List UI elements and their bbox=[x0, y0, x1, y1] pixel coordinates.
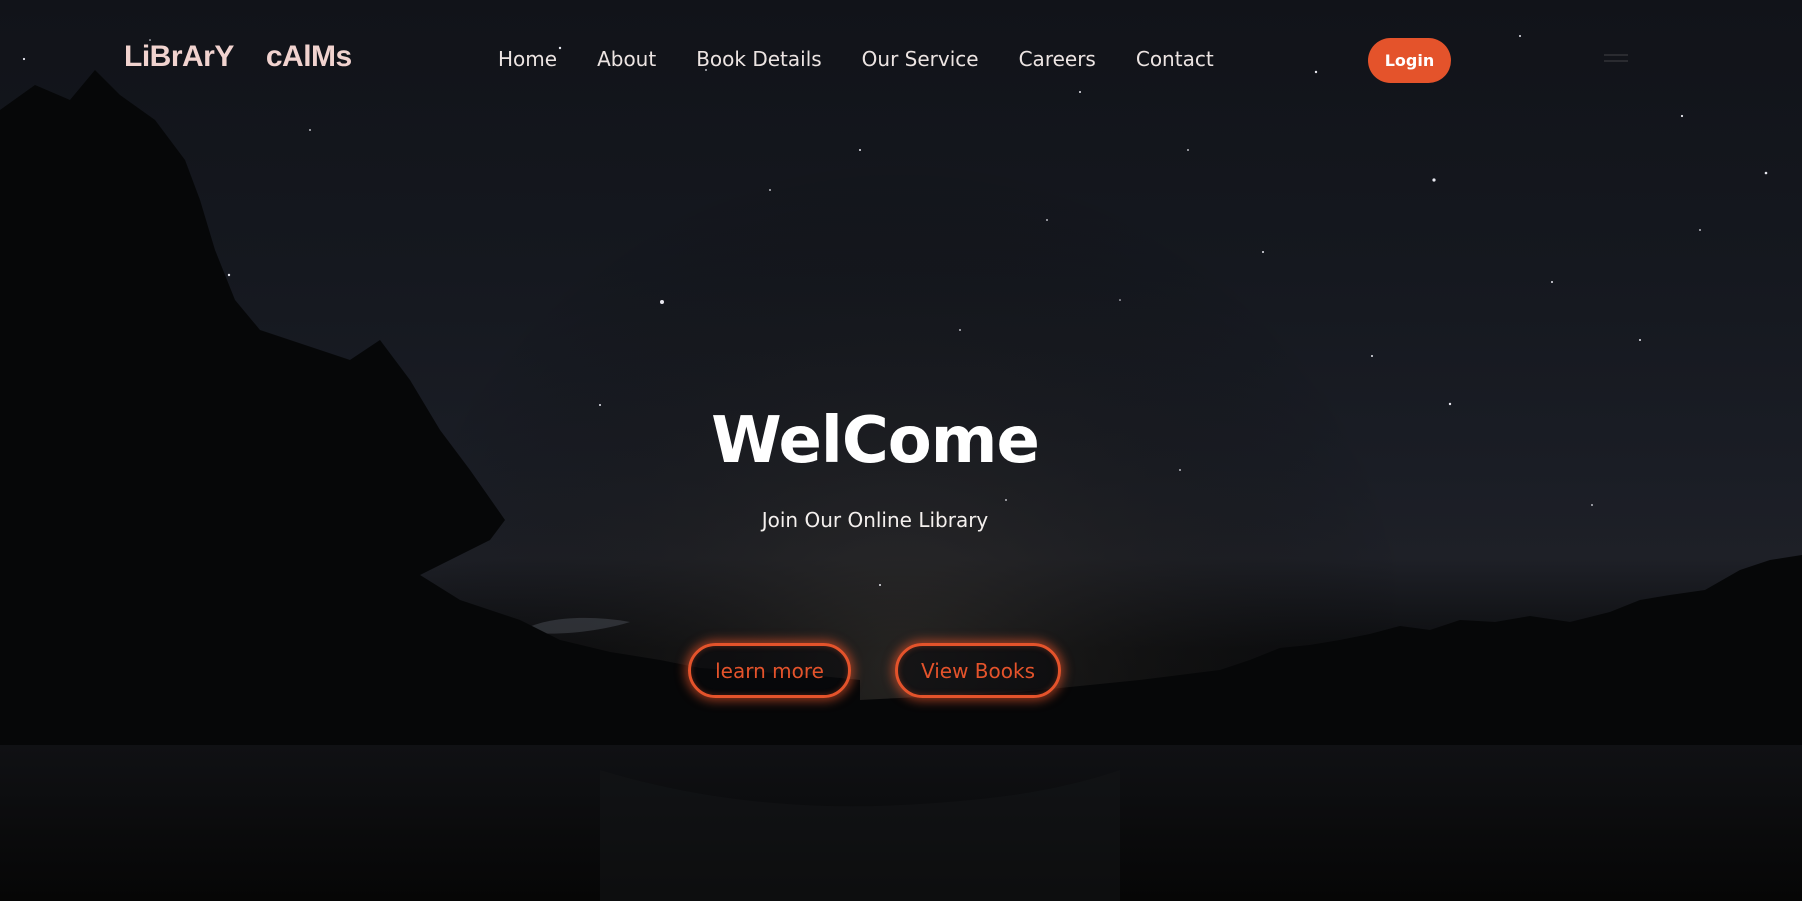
nav-item-careers[interactable]: Careers bbox=[1019, 47, 1096, 71]
login-button[interactable]: Login bbox=[1368, 38, 1451, 83]
nav-item-home[interactable]: Home bbox=[498, 47, 557, 71]
learn-more-button[interactable]: learn more bbox=[688, 643, 851, 698]
brand-word-library: LiBrArY bbox=[124, 40, 234, 73]
nav-item-book-details[interactable]: Book Details bbox=[696, 47, 821, 71]
hero-title: WelCome bbox=[711, 404, 1040, 478]
hamburger-menu-icon[interactable] bbox=[1604, 54, 1628, 68]
nav-item-about[interactable]: About bbox=[597, 47, 656, 71]
nav-item-our-service[interactable]: Our Service bbox=[862, 47, 979, 71]
hero-subtitle: Join Our Online Library bbox=[761, 508, 989, 532]
brand-logo[interactable]: LiBrArY cAlMs bbox=[124, 40, 352, 74]
nav-item-contact[interactable]: Contact bbox=[1136, 47, 1214, 71]
view-books-button[interactable]: View Books bbox=[895, 643, 1061, 698]
hero-section: LiBrArY cAlMs Home About Book Details Ou… bbox=[0, 0, 1802, 901]
brand-word-calms: cAlMs bbox=[265, 40, 352, 73]
main-nav: Home About Book Details Our Service Care… bbox=[498, 47, 1214, 71]
